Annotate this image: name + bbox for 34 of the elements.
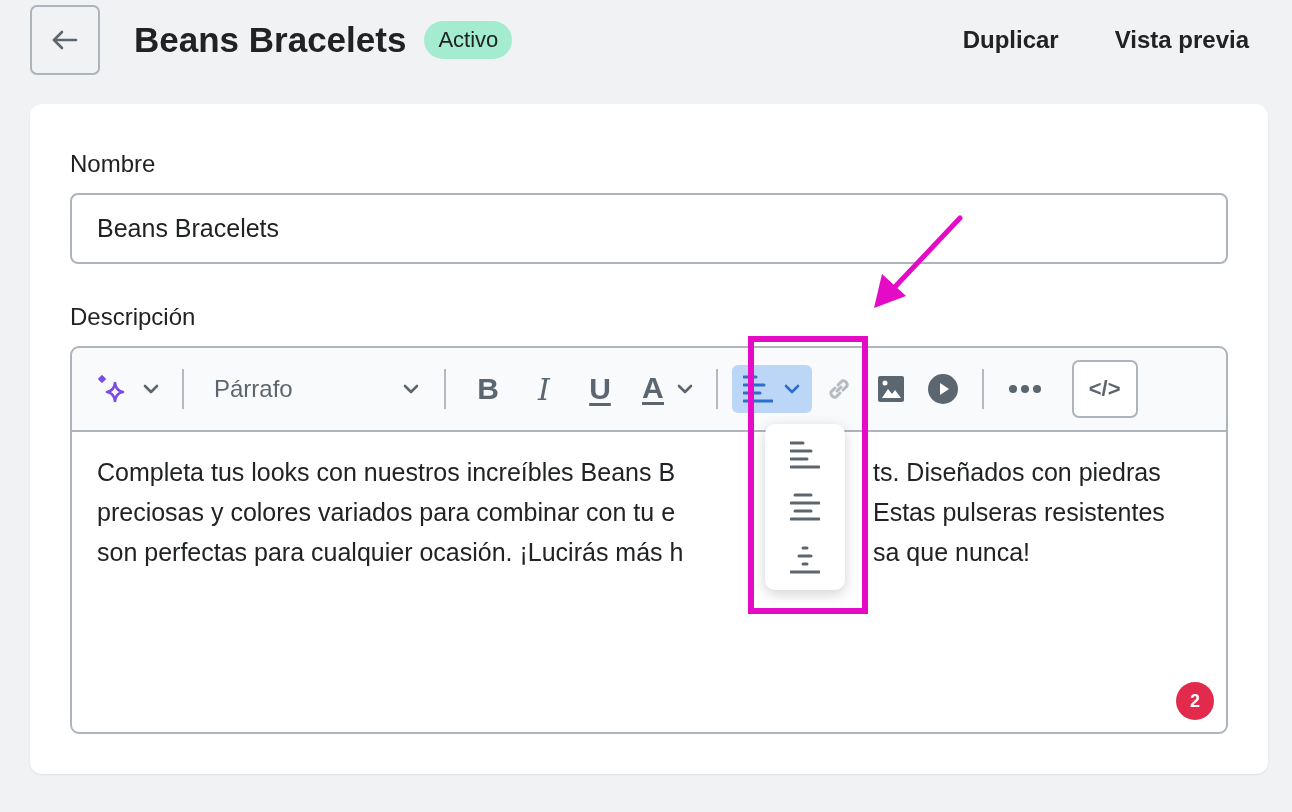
align-left-icon: [742, 374, 773, 404]
code-view-button[interactable]: </>: [1071, 360, 1138, 418]
align-option-icon[interactable]: [790, 439, 820, 470]
chevron-down-icon: [142, 383, 160, 395]
italic-button[interactable]: I: [516, 365, 572, 413]
chevron-down-icon: [782, 383, 801, 395]
field-label: Descripción: [70, 302, 197, 332]
align-button[interactable]: [731, 365, 812, 413]
back-arrow-icon: [51, 29, 79, 51]
align-option-icon[interactable]: [790, 492, 820, 522]
paragraph-style-dropdown[interactable]: Párrafo: [198, 365, 430, 413]
description-text: sa que nunca!: [873, 537, 1031, 568]
header-action-button[interactable]: Duplicar: [962, 26, 1059, 54]
description-text: Estas pulseras resistentes: [873, 497, 1165, 528]
chevron-down-icon: [402, 383, 420, 395]
image-icon: [875, 374, 906, 404]
page-title: Beans Bracelets: [134, 20, 407, 60]
more-icon: [1007, 384, 1042, 394]
description-text: preciosas y colores variados para combinar con tu e: [97, 497, 677, 528]
description-text: Completa tus looks con nuestros increíbles Beans B: [97, 457, 677, 488]
name-input-field[interactable]: Beans Bracelets: [70, 193, 1228, 264]
description-text: son perfectas para cualquier ocasión. ¡Lucirás más h: [97, 537, 685, 568]
status-badge: Activo: [424, 21, 513, 59]
chevron-down-icon: [675, 383, 694, 395]
bold-button[interactable]: B: [460, 365, 516, 413]
align-option-icon[interactable]: [790, 544, 820, 575]
header-action-button[interactable]: Vista previa: [1114, 26, 1249, 54]
text-color-button[interactable]: A: [628, 365, 702, 413]
underline-button[interactable]: U: [572, 365, 628, 413]
field-label: Nombre: [70, 149, 157, 179]
description-editor[interactable]: [70, 346, 1228, 734]
description-text: ts. Diseñados con piedras: [873, 457, 1161, 488]
notification-count: 2: [1176, 682, 1214, 720]
play-icon: [926, 373, 959, 405]
